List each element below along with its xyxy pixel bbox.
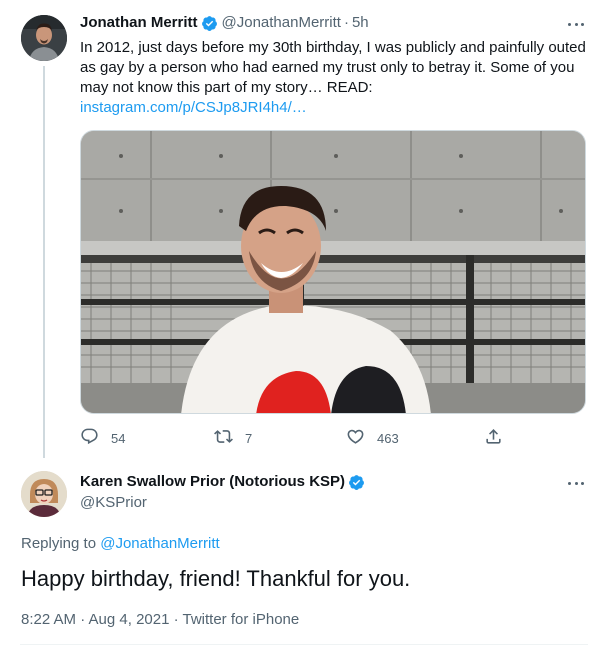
replying-to-line: Replying to @JonathanMerritt: [21, 535, 220, 552]
tweet-body: In 2012, just days before my 30th birthd…: [80, 38, 595, 118]
reply-icon: [80, 427, 99, 449]
divider: [20, 644, 588, 645]
reply-author-display-name[interactable]: Karen Swallow Prior (Notorious KSP): [80, 473, 345, 491]
more-options-icon[interactable]: [565, 16, 587, 32]
replying-to-mention[interactable]: @JonathanMerritt: [100, 535, 219, 552]
heart-icon: [346, 427, 365, 449]
more-options-icon[interactable]: [565, 475, 587, 491]
tweet-link[interactable]: instagram.com/p/CSJp8JRI4h4/…: [80, 98, 595, 118]
avatar-jonathan-merritt[interactable]: [21, 15, 67, 61]
share-button[interactable]: [484, 427, 503, 449]
reply-button[interactable]: 54: [80, 427, 125, 449]
share-icon: [484, 427, 503, 449]
author-display-name[interactable]: Jonathan Merritt: [80, 14, 198, 32]
author-handle[interactable]: @JonathanMerritt: [222, 14, 341, 32]
reply-tweet-text: Happy birthday, friend! Thankful for you…: [21, 566, 411, 591]
retweet-icon: [214, 427, 233, 449]
reply-count: 54: [111, 430, 126, 446]
like-button[interactable]: 463: [346, 427, 399, 449]
replying-to-label: Replying to: [21, 535, 97, 552]
verified-badge-icon: [348, 474, 365, 491]
tweet-actions-bar: 54 7 463: [80, 427, 510, 447]
avatar-karen-swallow-prior[interactable]: [21, 471, 67, 517]
tweet-timestamp[interactable]: 5h: [352, 14, 369, 32]
tweet-photo[interactable]: [80, 130, 586, 414]
tweet-header: Jonathan Merritt @JonathanMerritt · 5h: [80, 14, 369, 32]
thread-connector-line: [43, 66, 45, 458]
retweet-count: 7: [245, 430, 253, 446]
tweet-text: In 2012, just days before my 30th birthd…: [80, 39, 586, 96]
like-count: 463: [377, 430, 399, 446]
separator-dot: ·: [343, 14, 349, 31]
tweet-metadata[interactable]: 8:22 AM · Aug 4, 2021 · Twitter for iPho…: [21, 611, 299, 628]
reply-author-handle[interactable]: @KSPrior: [80, 494, 147, 511]
verified-badge-icon: [201, 15, 218, 32]
reply-author-row: Karen Swallow Prior (Notorious KSP): [80, 473, 365, 491]
retweet-button[interactable]: 7: [214, 427, 252, 449]
